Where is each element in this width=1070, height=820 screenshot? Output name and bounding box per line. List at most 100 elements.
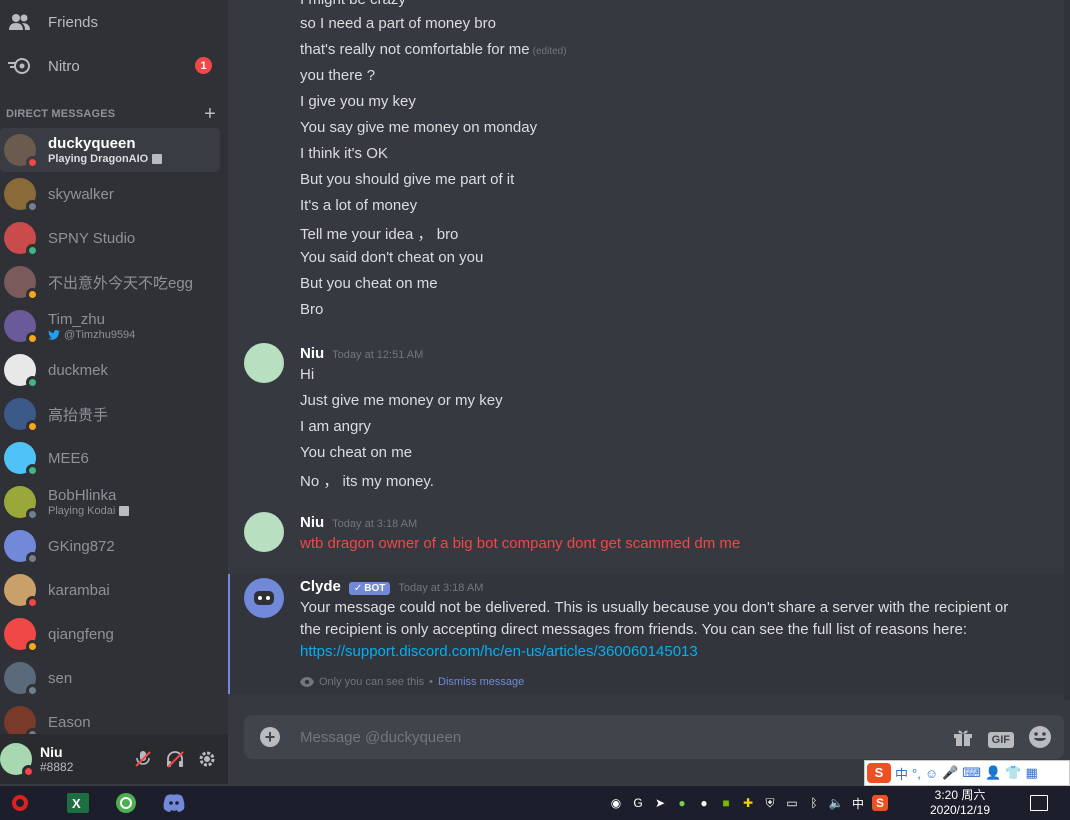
discord-tray-icon[interactable]: ◉ bbox=[608, 795, 624, 811]
emoji-icon[interactable] bbox=[1028, 725, 1052, 754]
dm-item[interactable]: sen bbox=[0, 656, 220, 700]
volume-icon[interactable]: 🔈 bbox=[828, 795, 844, 811]
browser-360-icon[interactable] bbox=[106, 786, 146, 820]
avatar bbox=[4, 266, 39, 301]
settings-gear-icon[interactable] bbox=[196, 748, 218, 770]
message-author[interactable]: Niu bbox=[300, 345, 324, 362]
rich-presence-icon bbox=[152, 154, 163, 164]
message-line: Bro bbox=[300, 301, 324, 318]
microphone-icon[interactable]: 🎤 bbox=[942, 765, 958, 781]
emoji-smile-icon[interactable]: ☺ bbox=[925, 766, 938, 781]
dm-item[interactable]: BobHlinka Playing Kodai bbox=[0, 480, 220, 524]
game-controller-icon[interactable]: ✚ bbox=[740, 795, 756, 811]
status-offline-icon bbox=[26, 200, 39, 213]
notification-center-icon[interactable] bbox=[1030, 795, 1048, 811]
upload-plus-icon[interactable]: + bbox=[260, 727, 280, 747]
deafen-icon[interactable] bbox=[164, 748, 186, 770]
message-line: you there ? bbox=[300, 67, 376, 84]
message-line: You say give me money on monday bbox=[300, 119, 538, 136]
avatar bbox=[4, 354, 39, 389]
cursor-app-icon[interactable]: ➤ bbox=[652, 795, 668, 811]
user-panel: Niu #8882 bbox=[0, 734, 228, 784]
network-icon[interactable]: ▭ bbox=[784, 795, 800, 811]
dm-header: DIRECT MESSAGES + bbox=[6, 104, 216, 124]
skin-icon[interactable]: 👕 bbox=[1005, 765, 1021, 781]
message-input[interactable] bbox=[300, 727, 920, 747]
dm-item[interactable]: qiangfeng bbox=[0, 612, 220, 656]
wechat-work-icon[interactable]: ● bbox=[696, 795, 712, 811]
add-dm-icon[interactable]: + bbox=[204, 104, 216, 124]
message-timestamp: Today at 12:51 AM bbox=[332, 349, 424, 361]
dm-item[interactable]: MEE6 bbox=[0, 436, 220, 480]
discord-taskbar-icon[interactable] bbox=[154, 786, 194, 820]
dm-activity-text: Playing Kodai bbox=[48, 505, 116, 517]
rich-presence-icon bbox=[119, 506, 130, 516]
bot-badge-label: BOT bbox=[364, 583, 386, 594]
dm-item[interactable]: duckyqueen Playing DragonAIO bbox=[0, 128, 220, 172]
status-offline-icon bbox=[26, 684, 39, 697]
message-line: It's a lot of money bbox=[300, 197, 418, 214]
user-avatar[interactable] bbox=[0, 743, 35, 778]
input-language[interactable]: 中 bbox=[850, 795, 866, 811]
excel-icon[interactable]: X bbox=[58, 786, 98, 820]
message-avatar[interactable] bbox=[244, 512, 284, 552]
message-line: I am angry bbox=[300, 418, 371, 435]
support-link[interactable]: https://support.discord.com/hc/en-us/art… bbox=[300, 643, 698, 660]
start-app-icon[interactable] bbox=[0, 786, 40, 820]
sogou-logo[interactable]: S bbox=[867, 763, 891, 783]
ime-mode[interactable]: 中 bbox=[895, 764, 908, 783]
dm-name: 高抬贵手 bbox=[48, 406, 109, 424]
dm-item[interactable]: Tim_zhu @Timzhu9594 bbox=[0, 304, 220, 348]
chat-scrollbar[interactable] bbox=[1064, 0, 1070, 700]
dm-name: 不出意外今天不吃egg bbox=[48, 274, 194, 292]
dismiss-message-link[interactable]: Dismiss message bbox=[438, 676, 524, 688]
dm-item[interactable]: 不出意外今天不吃egg bbox=[0, 260, 220, 304]
message-line: But you cheat on me bbox=[300, 275, 438, 292]
message-line: No ， its my money. bbox=[300, 473, 434, 490]
dm-activity: Playing DragonAIO bbox=[48, 153, 163, 165]
nvidia-icon[interactable]: ■ bbox=[718, 795, 734, 811]
mute-icon[interactable] bbox=[132, 748, 154, 770]
dm-name: sen bbox=[48, 669, 73, 687]
message-timestamp: Today at 3:18 AM bbox=[398, 582, 484, 594]
nav-nitro[interactable]: Nitro 1 bbox=[0, 48, 228, 84]
clyde-avatar[interactable] bbox=[244, 578, 284, 618]
grid-icon[interactable]: ▦ bbox=[1025, 765, 1037, 781]
nav-nitro-label: Nitro bbox=[48, 57, 80, 75]
dm-item[interactable]: 高抬贵手 bbox=[0, 392, 220, 436]
punctuation-icon[interactable]: °, bbox=[912, 766, 921, 781]
message-author[interactable]: Niu bbox=[300, 514, 324, 531]
taskbar-clock[interactable]: 3:20 周六 2020/12/19 bbox=[918, 788, 1002, 818]
message-line: You said don't cheat on you bbox=[300, 249, 484, 266]
bluetooth-icon[interactable]: ᛒ bbox=[806, 795, 822, 811]
dm-item[interactable]: GKing872 bbox=[0, 524, 220, 568]
verified-check-icon: ✓ bbox=[353, 583, 363, 594]
dm-item[interactable]: SPNY Studio bbox=[0, 216, 220, 260]
edited-tag: (edited) bbox=[532, 46, 567, 57]
dm-item[interactable]: duckmek bbox=[0, 348, 220, 392]
message-avatar[interactable] bbox=[244, 343, 284, 383]
status-idle-icon bbox=[26, 420, 39, 433]
wechat-icon[interactable]: ● bbox=[674, 795, 690, 811]
message-header: Niu Today at 3:18 AM bbox=[300, 514, 417, 531]
bot-badge: ✓ BOT bbox=[348, 582, 391, 595]
dm-item[interactable]: karambai bbox=[0, 568, 220, 612]
gif-button[interactable]: GIF bbox=[987, 731, 1014, 748]
sogou-tray-icon[interactable]: S bbox=[872, 795, 888, 811]
keyboard-icon[interactable]: ⌨ bbox=[962, 765, 981, 781]
chat-area: I might be crazy so I need a part of mon… bbox=[228, 0, 1070, 784]
dm-item[interactable]: skywalker bbox=[0, 172, 220, 216]
message-author[interactable]: Clyde bbox=[300, 578, 341, 595]
status-online-icon bbox=[26, 244, 39, 257]
dm-activity-text: Playing DragonAIO bbox=[48, 153, 149, 165]
dm-activity-text: @Timzhu9594 bbox=[64, 329, 136, 341]
user-icon[interactable]: 👤 bbox=[985, 765, 1001, 781]
status-online-icon bbox=[26, 464, 39, 477]
security-shield-icon[interactable]: ⛨ bbox=[762, 795, 778, 811]
logitech-icon[interactable]: G bbox=[630, 795, 646, 811]
friends-icon bbox=[6, 8, 34, 36]
gift-icon[interactable] bbox=[952, 726, 974, 753]
nav-friends[interactable]: Friends bbox=[0, 4, 228, 40]
dm-item[interactable]: Eason bbox=[0, 700, 220, 734]
avatar bbox=[4, 398, 39, 433]
